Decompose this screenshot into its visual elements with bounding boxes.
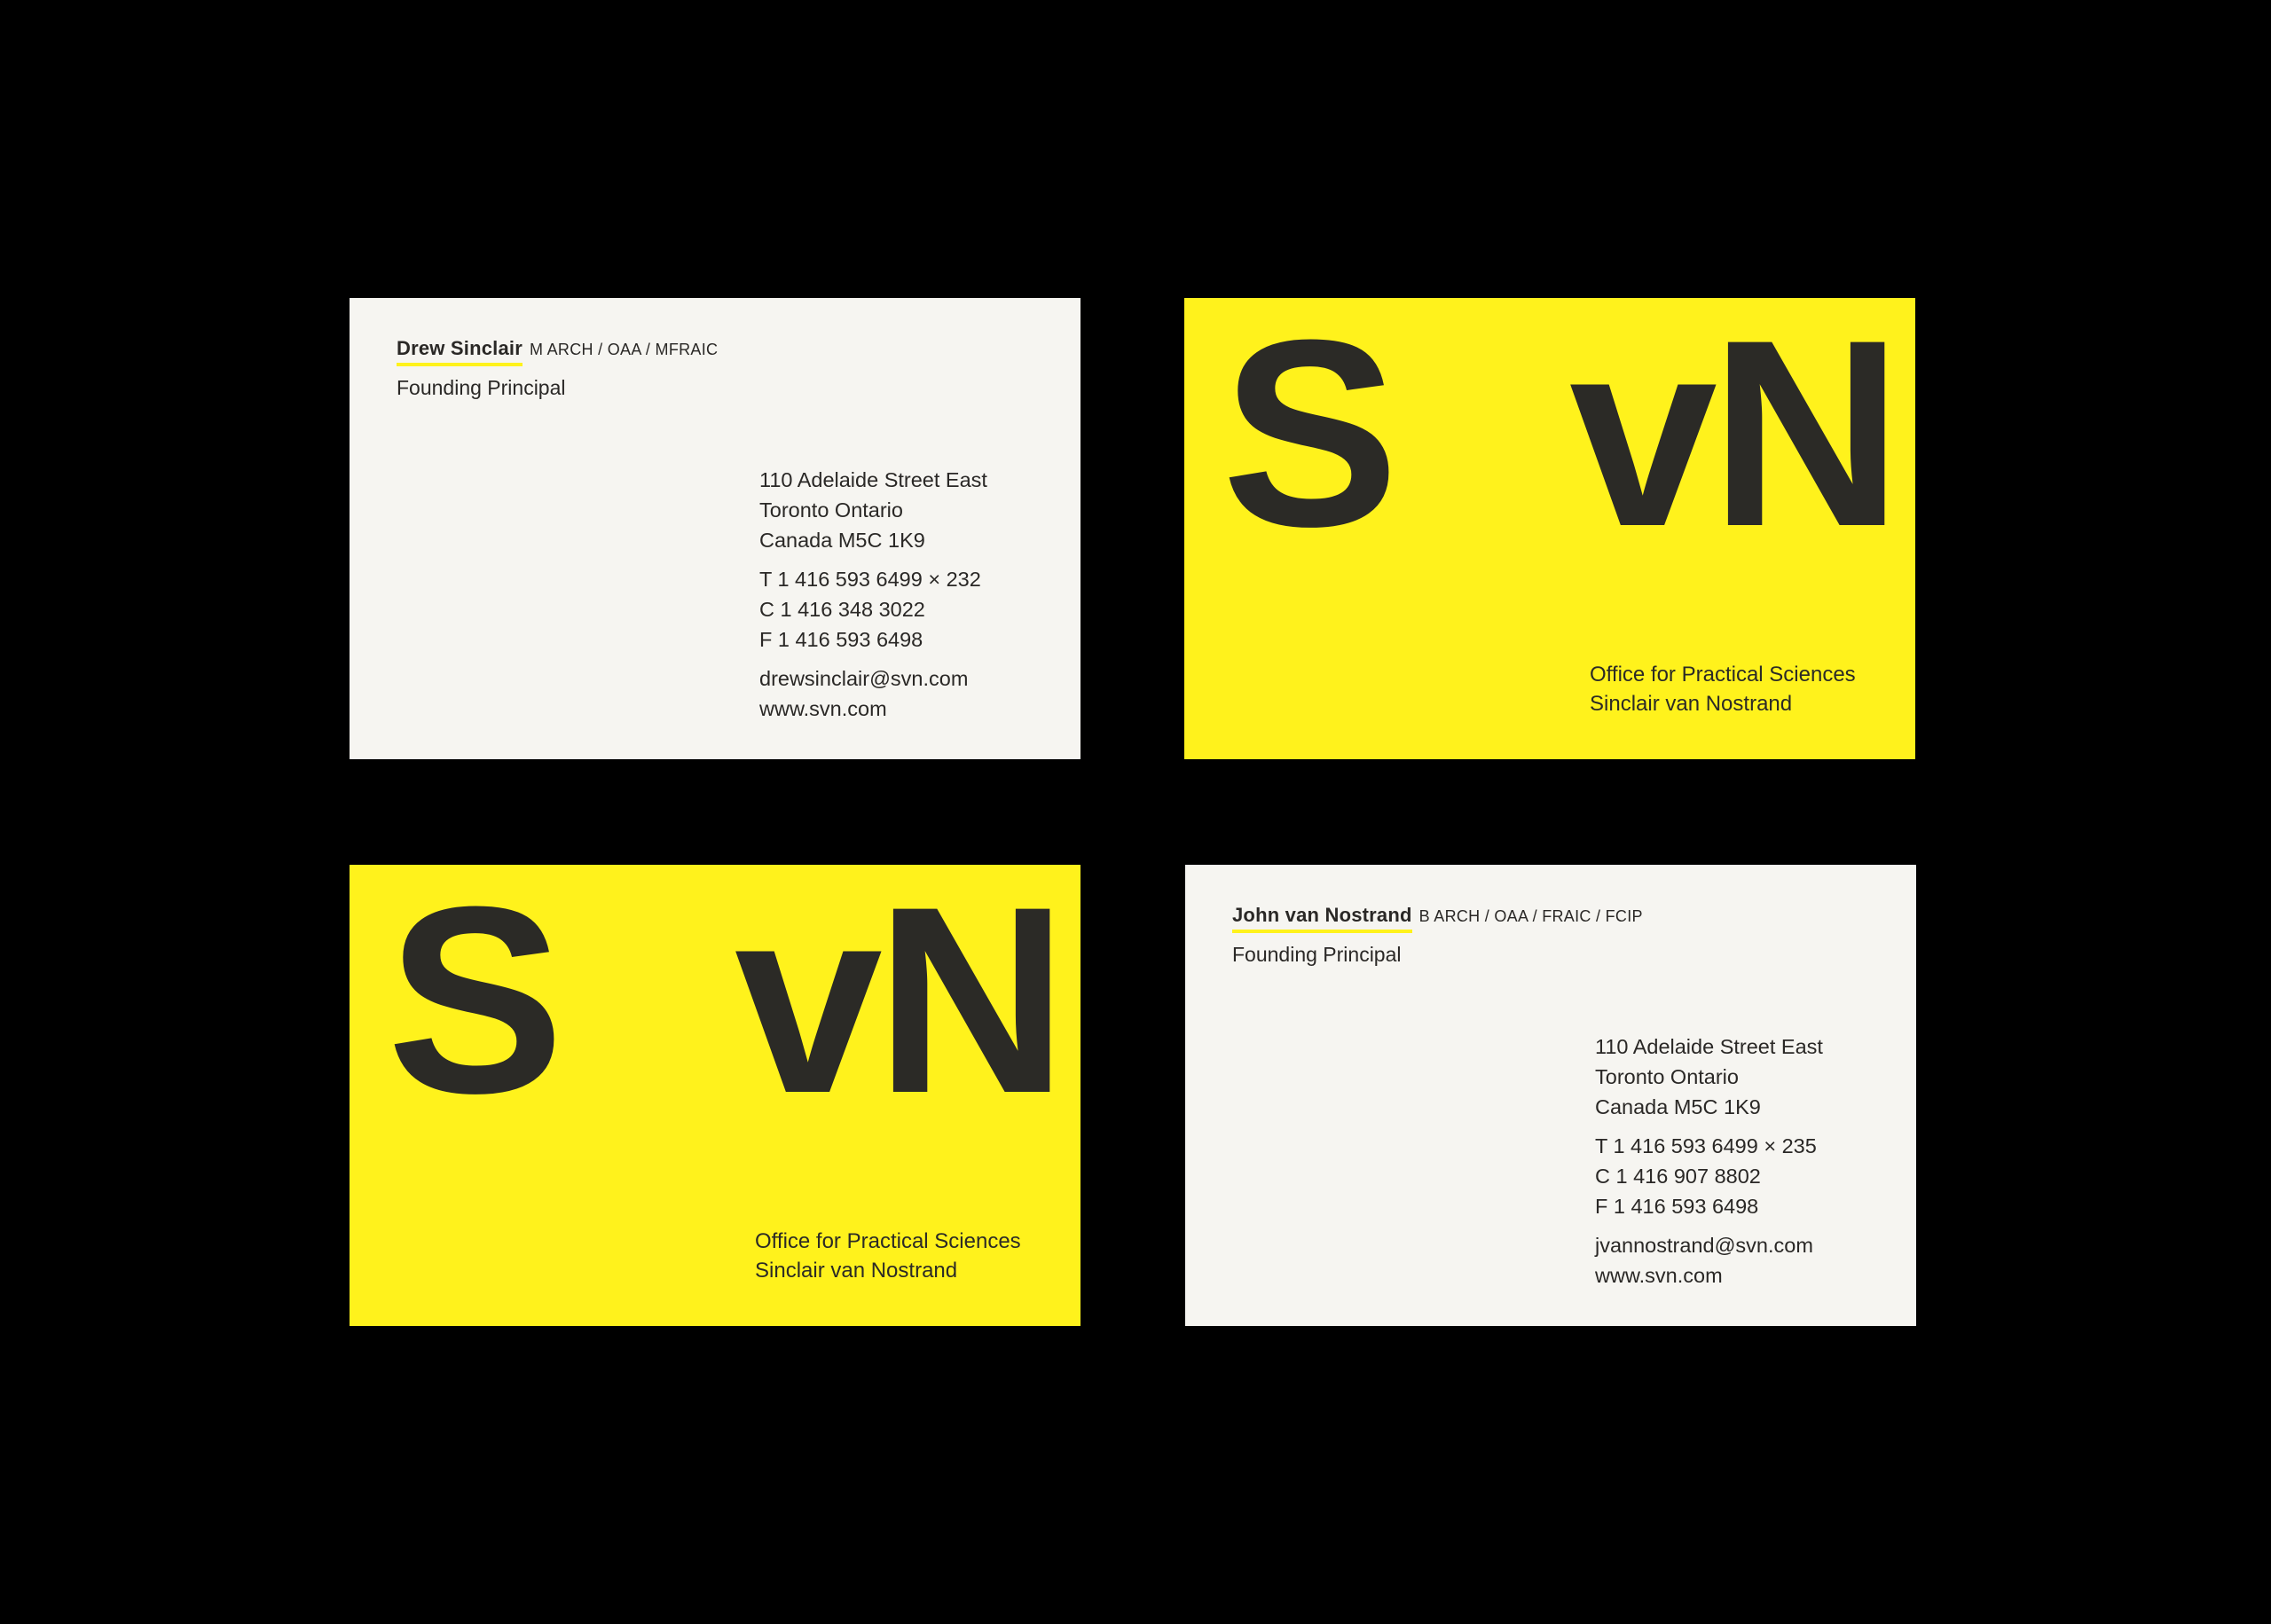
logo-letters-vn: vN <box>735 865 1067 1149</box>
name-line: Drew Sinclair M ARCH / OAA / MFRAIC <box>397 337 718 366</box>
person-name: John van Nostrand <box>1232 904 1412 933</box>
logo-letter-s: S <box>387 865 564 1149</box>
web-block: drewsinclair@svn.com www.svn.com <box>759 663 987 724</box>
name-line: John van Nostrand B ARCH / OAA / FRAIC / … <box>1232 904 1643 933</box>
contact-block: 110 Adelaide Street East Toronto Ontario… <box>1595 1032 1823 1291</box>
phone-block: T 1 416 593 6499 × 232 C 1 416 348 3022 … <box>759 564 987 655</box>
phone-line: T 1 416 593 6499 × 232 <box>759 568 981 591</box>
address-line: 110 Adelaide Street East <box>759 468 987 491</box>
logo-letter-s: S <box>1222 298 1399 582</box>
address-line: Canada M5C 1K9 <box>759 529 925 552</box>
credentials: M ARCH / OAA / MFRAIC <box>530 341 719 358</box>
job-title: Founding Principal <box>1232 943 1402 966</box>
firm-name: Office for Practical Sciences Sinclair v… <box>1590 660 1856 718</box>
person-name: Drew Sinclair <box>397 337 523 366</box>
firm-name-line: Office for Practical Sciences <box>1590 663 1856 686</box>
address-line: Toronto Ontario <box>759 498 903 522</box>
firm-name-line: Sinclair van Nostrand <box>1590 692 1793 716</box>
phone-line: T 1 416 593 6499 × 235 <box>1595 1134 1817 1157</box>
phone-block: T 1 416 593 6499 × 235 C 1 416 907 8802 … <box>1595 1131 1823 1221</box>
job-title: Founding Principal <box>397 376 566 399</box>
firm-name-line: Sinclair van Nostrand <box>755 1259 958 1283</box>
contact-block: 110 Adelaide Street East Toronto Ontario… <box>759 465 987 724</box>
website: www.svn.com <box>759 697 887 720</box>
address-block: 110 Adelaide Street East Toronto Ontario… <box>759 465 987 555</box>
address-line: 110 Adelaide Street East <box>1595 1035 1823 1058</box>
phone-line: C 1 416 907 8802 <box>1595 1165 1761 1188</box>
business-card-logo-top: S vN Office for Practical Sciences Sincl… <box>1184 298 1915 759</box>
business-card-logo-bottom: S vN Office for Practical Sciences Sincl… <box>350 865 1080 1326</box>
credentials: B ARCH / OAA / FRAIC / FCIP <box>1418 907 1643 925</box>
firm-name-line: Office for Practical Sciences <box>755 1229 1021 1253</box>
web-block: jvannostrand@svn.com www.svn.com <box>1595 1230 1823 1291</box>
email: drewsinclair@svn.com <box>759 667 969 690</box>
business-card-drew-sinclair: Drew Sinclair M ARCH / OAA / MFRAIC Found… <box>350 298 1080 759</box>
address-block: 110 Adelaide Street East Toronto Ontario… <box>1595 1032 1823 1122</box>
address-line: Toronto Ontario <box>1595 1065 1739 1088</box>
email: jvannostrand@svn.com <box>1595 1234 1813 1257</box>
website: www.svn.com <box>1595 1264 1723 1287</box>
business-card-john-van-nostrand: John van Nostrand B ARCH / OAA / FRAIC / … <box>1185 865 1916 1326</box>
address-line: Canada M5C 1K9 <box>1595 1095 1761 1118</box>
firm-name: Office for Practical Sciences Sinclair v… <box>755 1227 1021 1285</box>
phone-line: F 1 416 593 6498 <box>759 628 923 651</box>
phone-line: F 1 416 593 6498 <box>1595 1195 1759 1218</box>
logo-letters-vn: vN <box>1569 298 1902 582</box>
phone-line: C 1 416 348 3022 <box>759 598 925 621</box>
